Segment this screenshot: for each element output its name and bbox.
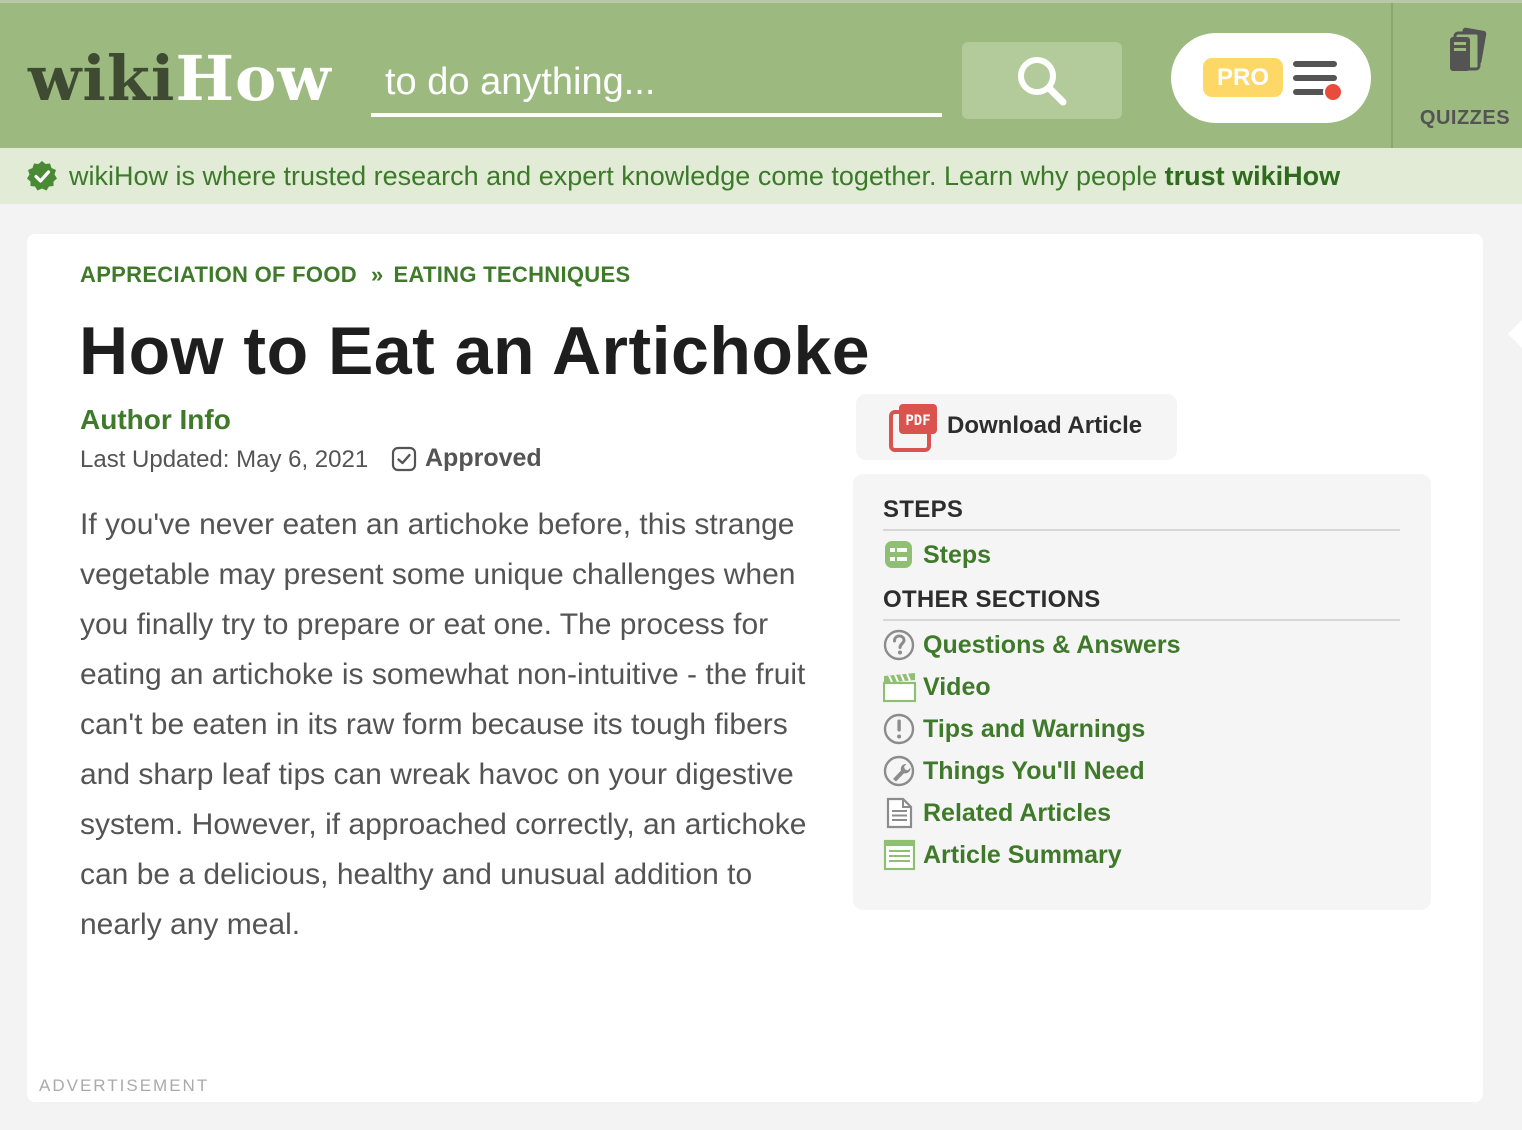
toc-other-sections-heading: OTHER SECTIONS	[883, 586, 1101, 613]
video-icon	[883, 673, 917, 703]
notification-dot	[1323, 82, 1343, 102]
summary-icon	[883, 839, 916, 871]
approved-check-icon	[391, 446, 417, 471]
article-intro: If you've never eaten an artichoke befor…	[80, 508, 807, 941]
trust-message: wikiHow is where trusted research and ex…	[69, 161, 1340, 192]
toc-label: Article Summary	[923, 840, 1122, 869]
toc-label: Tips and Warnings	[923, 714, 1146, 743]
toc-divider	[883, 529, 1400, 531]
trust-text: wikiHow is where trusted research and ex…	[69, 161, 1165, 191]
search-button[interactable]	[962, 42, 1122, 119]
side-panel-tab[interactable]	[1508, 320, 1522, 348]
article-card: APPRECIATION OF FOOD » EATING TECHNIQUES H…	[27, 234, 1483, 1102]
trust-bar: wikiHow is where trusted research and ex…	[0, 148, 1522, 204]
toc-steps-heading: STEPS	[883, 496, 964, 523]
steps-icon	[885, 541, 912, 568]
toc-item-video[interactable]: Video	[883, 670, 991, 704]
question-icon	[883, 629, 915, 661]
toc-label: Steps	[923, 540, 992, 569]
approved-label: Approved	[425, 444, 542, 472]
pro-badge: PRO	[1203, 58, 1283, 97]
pro-menu-button[interactable]: PRO	[1171, 33, 1371, 123]
toc-divider	[883, 619, 1400, 621]
header-divider	[1391, 3, 1393, 151]
trust-wikihow-link[interactable]: trust wikiHow	[1165, 161, 1341, 191]
pdf-icon: PDF	[889, 404, 937, 452]
search-input[interactable]	[371, 51, 942, 117]
toc-item-related-articles[interactable]: Related Articles	[883, 796, 1111, 830]
logo-wiki-text: wiki	[28, 42, 176, 115]
wrench-icon	[883, 755, 915, 787]
breadcrumb: APPRECIATION OF FOOD » EATING TECHNIQUES	[80, 262, 630, 288]
toc-label: Related Articles	[923, 798, 1112, 827]
quizzes-label: QUIZZES	[1419, 107, 1511, 129]
toc-item-things-youll-need[interactable]: Things You'll Need	[883, 754, 1145, 788]
toc-label: Video	[923, 672, 991, 701]
breadcrumb-separator: »	[370, 262, 384, 287]
toc-label: Things You'll Need	[923, 756, 1145, 785]
toc-label: Questions & Answers	[923, 630, 1181, 659]
pdf-icon-label: PDF	[905, 413, 930, 429]
quiz-cards-icon	[1450, 27, 1487, 71]
quizzes-button[interactable]: QUIZZES	[1408, 27, 1522, 137]
wikihow-logo[interactable]: wikiHow	[28, 41, 332, 117]
search-icon	[1018, 56, 1067, 105]
toc-item-article-summary[interactable]: Article Summary	[883, 838, 1122, 872]
article-title: How to Eat an Artichoke	[79, 313, 871, 389]
warning-icon	[883, 713, 915, 745]
document-icon	[886, 797, 913, 829]
table-of-contents: STEPS Steps OTHER SECTIONS Questions & A…	[853, 474, 1431, 910]
logo-how-text: How	[175, 42, 332, 115]
site-header: wikiHow PRO QUIZZES	[0, 0, 1522, 151]
advertisement-label: ADVERTISEMENT	[39, 1076, 210, 1095]
toc-item-tips-and-warnings[interactable]: Tips and Warnings	[883, 712, 1145, 746]
approved-badge[interactable]: Approved	[391, 444, 542, 473]
download-article-label: Download Article	[947, 412, 1143, 439]
last-updated: Last Updated: May 6, 2021	[80, 446, 369, 473]
breadcrumb-eating-techniques[interactable]: EATING TECHNIQUES	[393, 262, 630, 287]
download-article-button[interactable]: PDF Download Article	[856, 394, 1177, 460]
toc-item-steps[interactable]: Steps	[883, 538, 991, 572]
author-info-link[interactable]: Author Info	[80, 404, 231, 436]
verified-badge-icon	[27, 161, 57, 191]
breadcrumb-appreciation-of-food[interactable]: APPRECIATION OF FOOD	[80, 262, 357, 287]
hamburger-menu-icon	[1293, 60, 1345, 102]
toc-item-questions-answers[interactable]: Questions & Answers	[883, 628, 1180, 662]
